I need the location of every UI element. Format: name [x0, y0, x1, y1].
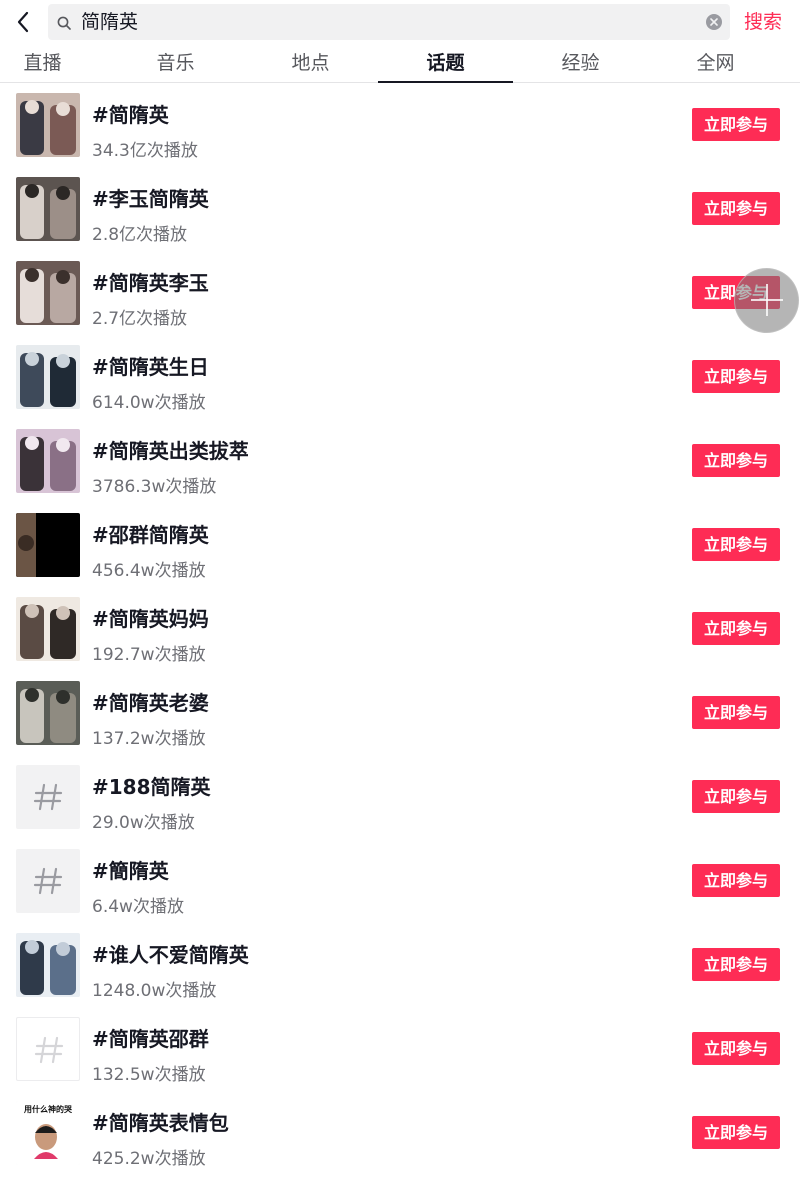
topic-play-count: 137.2w次播放 — [92, 729, 206, 749]
topic-play-count: 6.4w次播放 — [92, 897, 184, 917]
join-topic-button[interactable]: 立即参与 — [692, 780, 780, 813]
topic-title: #188简隋英 — [92, 775, 211, 799]
topic-title: #简隋英李玉 — [92, 271, 209, 295]
topic-thumbnail — [16, 345, 80, 409]
topic-row[interactable]: #简隋英李玉2.7亿次播放立即参与 — [0, 251, 800, 335]
tab-experience[interactable]: 经验 — [513, 44, 648, 82]
topic-row[interactable]: #邵群简隋英 456.4w次播放 立即参与 — [0, 503, 800, 587]
search-button[interactable]: 搜索 — [744, 0, 782, 44]
clear-icon[interactable] — [706, 14, 722, 30]
join-topic-button[interactable]: 立即参与 — [692, 1032, 780, 1065]
search-query-text: 简隋英 — [81, 11, 139, 33]
topic-thumbnail — [16, 681, 80, 745]
topic-title: #簡隋英 — [92, 859, 169, 883]
topic-title: #简隋英妈妈 — [92, 607, 209, 631]
topic-row[interactable]: #简隋英 34.3亿次播放 立即参与 — [0, 83, 800, 167]
join-topic-button[interactable]: 立即参与 — [692, 192, 780, 225]
join-topic-button[interactable]: 立即参与 — [692, 444, 780, 477]
join-topic-button[interactable]: 立即参与 — [692, 948, 780, 981]
topic-row[interactable]: #谁人不爱简隋英 1248.0w次播放 立即参与 — [0, 923, 800, 1007]
topic-title: #谁人不爱简隋英 — [92, 943, 249, 967]
topic-play-count: 1248.0w次播放 — [92, 981, 217, 1001]
topic-row[interactable]: #简隋英生日 614.0w次播放 立即参与 — [0, 335, 800, 419]
topic-thumbnail — [16, 429, 80, 493]
topic-row[interactable]: #李玉简隋英 2.8亿次播放 立即参与 — [0, 167, 800, 251]
topic-title: #简隋英老婆 — [92, 691, 209, 715]
topic-play-count: 192.7w次播放 — [92, 645, 206, 665]
tab-music[interactable]: 音乐 — [108, 44, 243, 82]
topic-title: #李玉简隋英 — [92, 187, 209, 211]
thumbnail-caption: 用什么神的哭 — [24, 1105, 72, 1114]
topic-thumbnail — [16, 93, 80, 157]
topic-row[interactable]: #简隋英老婆 137.2w次播放 立即参与 — [0, 671, 800, 755]
floating-plus-button[interactable] — [734, 268, 799, 333]
topic-row[interactable]: #188简隋英 29.0w次播放 立即参与 — [0, 755, 800, 839]
tab-live[interactable]: 直播 — [0, 44, 110, 82]
hashtag-icon — [16, 849, 80, 913]
hashtag-icon — [16, 765, 80, 829]
topic-row[interactable]: #简隋英邵群 132.5w次播放 立即参与 — [0, 1007, 800, 1091]
back-arrow-icon[interactable] — [12, 10, 36, 34]
topic-play-count: 614.0w次播放 — [92, 393, 206, 413]
topic-row[interactable]: #简隋英出类拔萃 3786.3w次播放 立即参与 — [0, 419, 800, 503]
join-topic-button[interactable]: 立即参与 — [692, 108, 780, 141]
topic-thumbnail — [16, 933, 80, 997]
topic-title: #简隋英表情包 — [92, 1111, 229, 1135]
topic-play-count: 2.8亿次播放 — [92, 225, 188, 245]
topic-row[interactable]: 用什么神的哭 #简隋英表情包 425.2w次播放 立即参与 — [0, 1091, 800, 1175]
topic-title: #简隋英生日 — [92, 355, 209, 379]
topic-title: #简隋英 — [92, 103, 169, 127]
topic-play-count: 29.0w次播放 — [92, 813, 195, 833]
topic-play-count: 34.3亿次播放 — [92, 141, 198, 161]
join-topic-button[interactable]: 立即参与 — [692, 360, 780, 393]
tab-all-web[interactable]: 全网 — [648, 44, 783, 82]
join-topic-button[interactable]: 立即参与 — [692, 612, 780, 645]
search-icon — [57, 15, 71, 30]
topic-thumbnail — [16, 177, 80, 241]
tab-location[interactable]: 地点 — [243, 44, 378, 82]
join-topic-button[interactable]: 立即参与 — [692, 864, 780, 897]
topic-play-count: 3786.3w次播放 — [92, 477, 217, 497]
tab-topics[interactable]: 话题 — [378, 44, 513, 83]
topic-thumbnail — [16, 261, 80, 325]
join-topic-button[interactable]: 立即参与 — [692, 1116, 780, 1149]
topic-play-count: 132.5w次播放 — [92, 1065, 206, 1085]
join-topic-button[interactable]: 立即参与 — [692, 696, 780, 729]
topic-thumbnail — [16, 513, 80, 577]
top-bar: 简隋英 搜索 — [0, 0, 800, 44]
topic-title: #简隋英邵群 — [92, 1027, 209, 1051]
join-topic-button[interactable]: 立即参与 — [692, 528, 780, 561]
topic-title: #邵群简隋英 — [92, 523, 209, 547]
topic-title: #简隋英出类拔萃 — [92, 439, 249, 463]
topic-play-count: 2.7亿次播放 — [92, 309, 188, 329]
hashtag-icon — [16, 1017, 80, 1081]
topic-thumbnail — [16, 597, 80, 661]
topic-play-count: 425.2w次播放 — [92, 1149, 206, 1169]
search-input[interactable]: 简隋英 — [48, 4, 730, 40]
category-tabs: 直播 音乐 地点 话题 经验 全网 — [0, 44, 800, 83]
topic-play-count: 456.4w次播放 — [92, 561, 206, 581]
topic-row[interactable]: #简隋英妈妈 192.7w次播放 立即参与 — [0, 587, 800, 671]
topic-row[interactable]: #簡隋英 6.4w次播放 立即参与 — [0, 839, 800, 923]
topic-thumbnail: 用什么神的哭 — [16, 1101, 80, 1165]
